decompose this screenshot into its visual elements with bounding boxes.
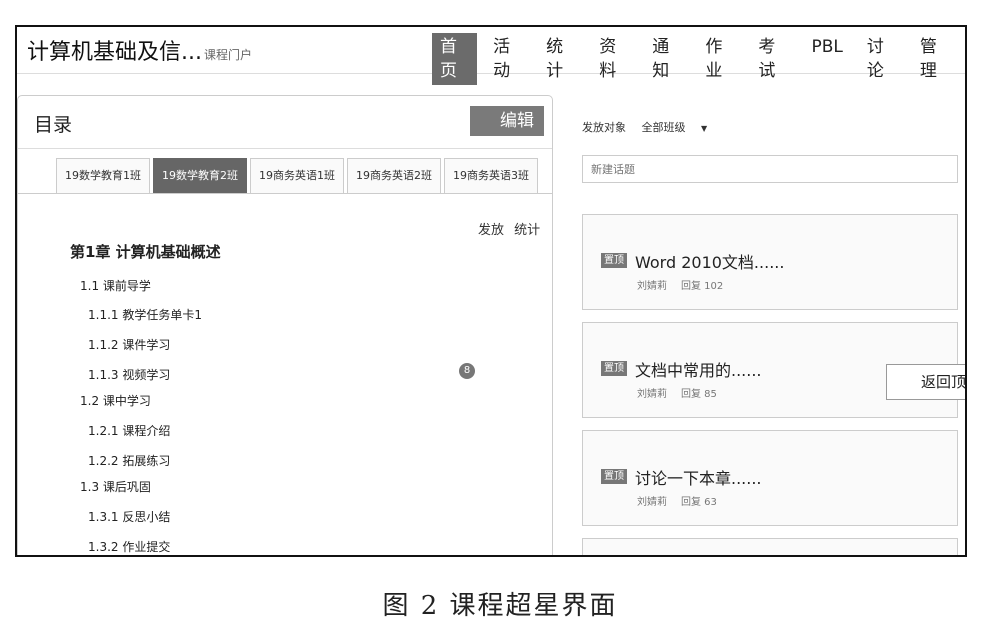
nav-homework[interactable]: 作业: [697, 33, 742, 85]
pinned-badge: 置顶: [601, 469, 627, 484]
chapter-heading[interactable]: 第1章 计算机基础概述: [70, 241, 221, 262]
topic-replies: 回复 102: [681, 281, 724, 292]
count-badge: 8: [459, 363, 475, 379]
toc-subsection[interactable]: 1.1.2 课件学习: [88, 336, 170, 353]
pinned-badge: 置顶: [601, 253, 627, 268]
topic-replies: 回复 85: [681, 389, 717, 400]
topic-author: 刘婧莉: [637, 497, 667, 508]
nav-manage[interactable]: 管理: [912, 33, 957, 85]
nav-materials[interactable]: 资料: [591, 33, 636, 85]
toc-section[interactable]: 1.2 课中学习: [80, 392, 151, 409]
toc-title: 目录: [34, 114, 73, 136]
top-navigation-bar: 计算机基础及信... 课程门户 首页 活动 统计 资料 通知 作业 考试 PBL …: [17, 27, 965, 85]
topic-meta: 刘婧莉 回复 85: [637, 385, 731, 400]
app-window: 计算机基础及信... 课程门户 首页 活动 统计 资料 通知 作业 考试 PBL …: [15, 25, 967, 557]
tab-class-1[interactable]: 19数学教育1班: [56, 158, 150, 193]
toc-subsection[interactable]: 1.3.1 反思小结: [88, 508, 170, 525]
toc-subsection[interactable]: 1.2.1 课程介绍: [88, 422, 170, 439]
release-target-row: 发放对象 全部班级 ▼: [582, 119, 707, 135]
topic-replies: 回复 63: [681, 497, 717, 508]
nav-home[interactable]: 首页: [432, 33, 478, 85]
toc-subsection[interactable]: 1.3.2 作业提交: [88, 538, 170, 555]
nav-pbl[interactable]: PBL: [803, 33, 850, 85]
topic-title[interactable]: Word 2010文档......: [635, 249, 784, 273]
toc-section[interactable]: 1.3 课后巩固: [80, 478, 151, 495]
dropdown-arrow-icon[interactable]: ▼: [701, 124, 707, 133]
topic-card[interactable]: 置顶 讨论一下本章...... 刘婧莉 回复 63: [582, 430, 958, 526]
nav-statistics[interactable]: 统计: [538, 33, 583, 85]
target-select[interactable]: 全部班级: [642, 121, 686, 134]
pinned-badge: 置顶: [601, 361, 627, 376]
tab-class-3[interactable]: 19商务英语1班: [250, 158, 344, 193]
topic-card[interactable]: 置顶 Word 2010文档...... 刘婧莉 回复 102: [582, 214, 958, 310]
toc-subsection[interactable]: 1.1.3 视频学习: [88, 366, 170, 383]
course-portal-label[interactable]: 课程门户: [204, 48, 252, 62]
release-link[interactable]: 发放: [478, 223, 504, 238]
toc-subsection[interactable]: 1.2.2 拓展练习: [88, 452, 170, 469]
class-tabs: 19数学教育1班 19数学教育2班 19商务英语1班 19商务英语2班 19商务…: [56, 158, 541, 193]
topic-card-partial[interactable]: [582, 538, 958, 555]
toc-section[interactable]: 1.1 课前导学: [80, 277, 151, 294]
back-to-top-button[interactable]: 返回顶部: [886, 364, 965, 400]
statistics-link[interactable]: 统计: [514, 223, 540, 238]
toc-header: 目录 编辑: [18, 96, 552, 149]
topic-title[interactable]: 文档中常用的......: [635, 357, 762, 381]
tabs-divider: [18, 193, 552, 194]
topic-author: 刘婧莉: [637, 389, 667, 400]
toc-panel: 目录 编辑 19数学教育1班 19数学教育2班 19商务英语1班 19商务英语2…: [17, 95, 553, 555]
tab-class-2[interactable]: 19数学教育2班: [153, 158, 247, 193]
tab-class-4[interactable]: 19商务英语2班: [347, 158, 441, 193]
nav-activity[interactable]: 活动: [485, 33, 530, 85]
nav-discussion[interactable]: 讨论: [859, 33, 904, 85]
toc-subsection[interactable]: 1.1.1 教学任务单卡1: [88, 306, 202, 323]
nav-exams[interactable]: 考试: [750, 33, 795, 85]
topic-author: 刘婧莉: [637, 281, 667, 292]
edit-button[interactable]: 编辑: [470, 106, 544, 136]
main-nav: 首页 活动 统计 资料 通知 作业 考试 PBL 讨论 管理: [432, 33, 965, 85]
tab-class-5[interactable]: 19商务英语3班: [444, 158, 538, 193]
course-title-text: 计算机基础及信...: [27, 40, 202, 65]
course-title: 计算机基础及信... 课程门户: [27, 34, 252, 66]
new-topic-input[interactable]: [582, 155, 958, 183]
target-label: 发放对象: [582, 121, 626, 134]
topic-title[interactable]: 讨论一下本章......: [635, 465, 762, 489]
nav-notices[interactable]: 通知: [644, 33, 689, 85]
topic-meta: 刘婧莉 回复 63: [637, 493, 731, 508]
toc-tools: 发放 统计: [478, 219, 546, 238]
topic-meta: 刘婧莉 回复 102: [637, 277, 737, 292]
figure-caption: 图 2 课程超星界面: [382, 591, 618, 621]
